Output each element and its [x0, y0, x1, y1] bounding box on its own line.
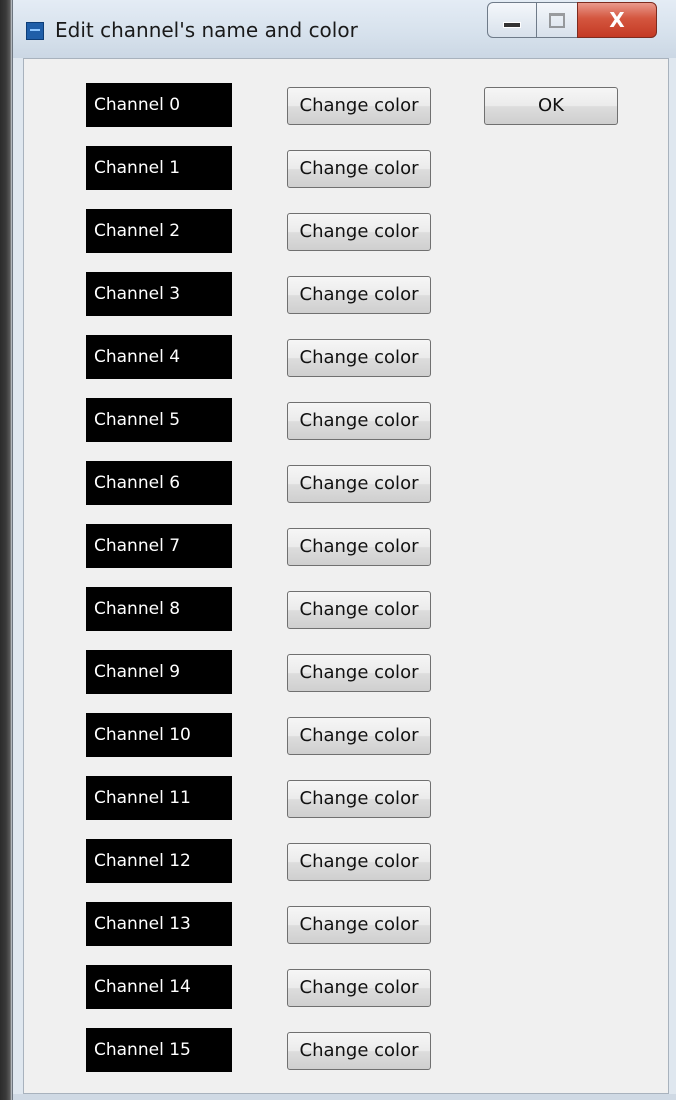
channel-row: Channel 1 Change color — [24, 146, 670, 192]
channel-row: Channel 2 Change color — [24, 209, 670, 255]
channel-name-field[interactable]: Channel 9 — [86, 650, 232, 694]
channel-name-field[interactable]: Channel 12 — [86, 839, 232, 883]
window-bottom-border — [13, 1094, 676, 1100]
channel-name-field[interactable]: Channel 13 — [86, 902, 232, 946]
maximize-button[interactable] — [536, 2, 578, 38]
change-color-button[interactable]: Change color — [287, 717, 431, 755]
channel-name-field[interactable]: Channel 8 — [86, 587, 232, 631]
change-color-button[interactable]: Change color — [287, 465, 431, 503]
channel-name-field[interactable]: Channel 3 — [86, 272, 232, 316]
dialog-client-area: OK Channel 0 Change color Channel 1 Change … — [23, 58, 669, 1094]
change-color-button[interactable]: Change color — [287, 339, 431, 377]
close-icon: X — [609, 8, 625, 32]
channel-name-field[interactable]: Channel 14 — [86, 965, 232, 1009]
window-title: Edit channel's name and color — [55, 18, 358, 42]
window-frame: Edit channel's name and color X OK Chann… — [12, 0, 676, 1100]
channel-row: Channel 11 Change color — [24, 776, 670, 822]
channel-row: Channel 15 Change color — [24, 1028, 670, 1074]
change-color-button[interactable]: Change color — [287, 654, 431, 692]
channel-row: Channel 8 Change color — [24, 587, 670, 633]
change-color-button[interactable]: Change color — [287, 402, 431, 440]
channel-name-field[interactable]: Channel 0 — [86, 83, 232, 127]
close-button[interactable]: X — [577, 2, 657, 38]
channel-row: Channel 6 Change color — [24, 461, 670, 507]
channel-name-field[interactable]: Channel 5 — [86, 398, 232, 442]
change-color-button[interactable]: Change color — [287, 87, 431, 125]
change-color-button[interactable]: Change color — [287, 213, 431, 251]
channel-name-field[interactable]: Channel 1 — [86, 146, 232, 190]
change-color-button[interactable]: Change color — [287, 591, 431, 629]
caption-buttons: X — [487, 2, 665, 40]
background-app-edge — [0, 0, 12, 1100]
channel-row: Channel 3 Change color — [24, 272, 670, 318]
channel-name-field[interactable]: Channel 10 — [86, 713, 232, 757]
channel-row: Channel 5 Change color — [24, 398, 670, 444]
channel-name-field[interactable]: Channel 4 — [86, 335, 232, 379]
channel-name-field[interactable]: Channel 11 — [86, 776, 232, 820]
channel-row: Channel 0 Change color — [24, 83, 670, 129]
channel-row: Channel 12 Change color — [24, 839, 670, 885]
edit-channel-dialog: Edit channel's name and color X OK Chann… — [0, 0, 676, 1100]
channel-name-field[interactable]: Channel 15 — [86, 1028, 232, 1072]
change-color-button[interactable]: Change color — [287, 276, 431, 314]
title-bar[interactable]: Edit channel's name and color X — [13, 0, 676, 58]
channel-row: Channel 4 Change color — [24, 335, 670, 381]
channel-row: Channel 9 Change color — [24, 650, 670, 696]
channel-row: Channel 13 Change color — [24, 902, 670, 948]
app-icon — [26, 22, 44, 40]
change-color-button[interactable]: Change color — [287, 906, 431, 944]
maximize-icon — [549, 12, 565, 28]
channel-name-field[interactable]: Channel 7 — [86, 524, 232, 568]
channel-row: Channel 14 Change color — [24, 965, 670, 1011]
change-color-button[interactable]: Change color — [287, 150, 431, 188]
minimize-button[interactable] — [487, 2, 537, 38]
channel-name-field[interactable]: Channel 2 — [86, 209, 232, 253]
channel-name-field[interactable]: Channel 6 — [86, 461, 232, 505]
channel-row: Channel 10 Change color — [24, 713, 670, 759]
change-color-button[interactable]: Change color — [287, 1032, 431, 1070]
change-color-button[interactable]: Change color — [287, 843, 431, 881]
change-color-button[interactable]: Change color — [287, 969, 431, 1007]
change-color-button[interactable]: Change color — [287, 780, 431, 818]
change-color-button[interactable]: Change color — [287, 528, 431, 566]
minimize-icon — [503, 22, 521, 28]
channel-row: Channel 7 Change color — [24, 524, 670, 570]
